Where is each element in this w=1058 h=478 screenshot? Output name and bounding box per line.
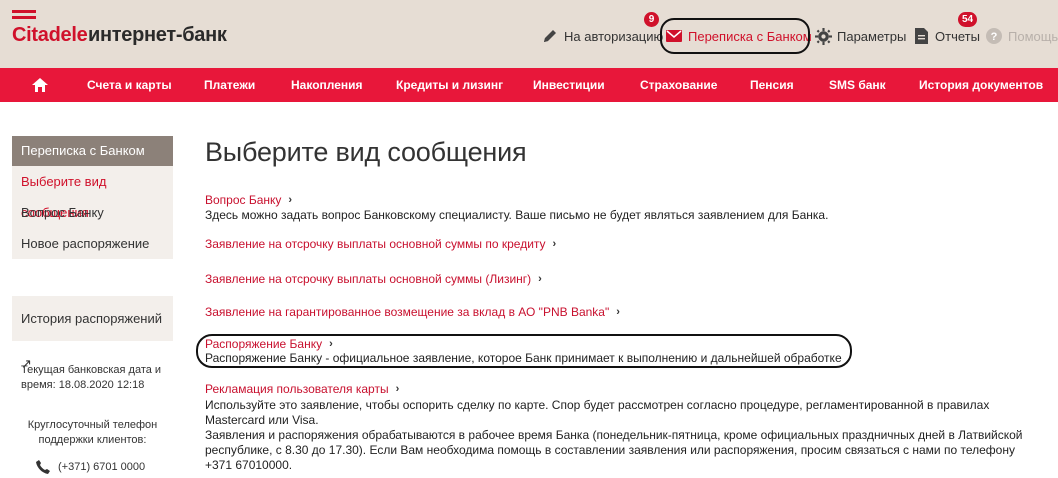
citadele-logo[interactable]: Citadele интернет-банк (12, 10, 227, 46)
option-question-desc: Здесь можно задать вопрос Банковскому сп… (205, 208, 829, 222)
sidebar-title: Переписка с Банком (12, 136, 173, 166)
pencil-icon (541, 27, 559, 45)
nav-credits-leasing[interactable]: Кредиты и лизинг (396, 68, 503, 102)
option-deposit-compensation-link[interactable]: Заявление на гарантированное возмещение … (205, 305, 620, 319)
chevron-right-icon: › (395, 383, 400, 395)
highlight-ellipse (196, 334, 852, 368)
chevron-right-icon: › (552, 238, 557, 250)
help-label: Помощь (1008, 28, 1058, 44)
parameters-link[interactable]: Параметры (814, 26, 906, 46)
main-nav: Счета и карты Платежи Накопления Кредиты… (0, 68, 1058, 102)
phone-icon (36, 460, 50, 474)
sidebar-menu: Переписка с Банком Выберите вид сообщени… (12, 136, 173, 259)
sidebar-item-question[interactable]: Вопрос Банку (12, 197, 173, 228)
bank-date: Текущая банковская дата и время: 18.08.2… (21, 364, 162, 391)
option-credit-deferral-link[interactable]: Заявление на отсрочку выплаты основной с… (205, 237, 556, 251)
page-title: Выберите вид сообщения (205, 137, 527, 167)
chevron-right-icon: › (288, 194, 293, 206)
nav-savings[interactable]: Накопления (291, 68, 363, 102)
option-card-claim-label: Рекламация пользователя карты (205, 382, 389, 396)
logo-flag-bottom (12, 16, 36, 19)
help-link[interactable]: ? Помощь (985, 26, 1058, 46)
support-phone-number: (+371) 6701 0000 (58, 461, 146, 473)
reports-label: Отчеты (935, 28, 980, 44)
messages-badge: 9 (644, 12, 659, 27)
sidebar-item-choose-type[interactable]: Выберите вид сообщения (12, 166, 173, 220)
nav-insurance[interactable]: Страхование (640, 68, 717, 102)
nav-payments[interactable]: Платежи (204, 68, 255, 102)
reports-link[interactable]: Отчеты (912, 26, 980, 46)
option-deposit-compensation-label: Заявление на гарантированное возмещение … (205, 305, 610, 319)
option-leasing-deferral-link[interactable]: Заявление на отсрочку выплаты основной с… (205, 272, 542, 286)
option-question-label: Вопрос Банку (205, 193, 282, 207)
gear-icon (814, 27, 832, 45)
processing-hours-note: Заявления и распоряжения обрабатываются … (205, 428, 1023, 472)
nav-document-history[interactable]: История документов (919, 68, 1043, 102)
nav-pension[interactable]: Пенсия (750, 68, 794, 102)
logo-product: интернет-банк (88, 24, 227, 46)
sidebar-history-link[interactable]: История распоряжений ↗ (12, 296, 173, 371)
svg-text:?: ? (991, 31, 998, 43)
help-icon: ? (985, 27, 1003, 45)
chevron-right-icon: › (538, 273, 542, 285)
highlight-ellipse (660, 18, 810, 54)
parameters-label: Параметры (837, 28, 907, 44)
support-phone[interactable]: (+371) 6701 0000 (36, 460, 145, 474)
option-card-claim-desc: Используйте это заявление, чтобы оспорит… (205, 398, 990, 427)
nav-sms-bank[interactable]: SMS банк (829, 68, 886, 102)
nav-accounts-cards[interactable]: Счета и карты (87, 68, 172, 102)
header: Citadele интернет-банк На авторизацию 9 … (0, 0, 1058, 68)
option-question-link[interactable]: Вопрос Банку › (205, 193, 292, 207)
support-phone-label: Круглосуточный телефон поддержки клиенто… (27, 419, 158, 446)
home-icon[interactable] (30, 68, 50, 102)
reports-badge: 54 (958, 12, 978, 27)
to-authorization-label: На авторизацию (564, 28, 664, 44)
option-leasing-deferral-label: Заявление на отсрочку выплаты основной с… (205, 272, 532, 286)
logo-flag-top (12, 10, 36, 13)
to-authorization-link[interactable]: На авторизацию (541, 26, 663, 46)
option-card-claim-link[interactable]: Рекламация пользователя карты › (205, 382, 399, 396)
logo-brand: Citadele (12, 24, 88, 46)
sidebar-item-new-order[interactable]: Новое распоряжение (12, 228, 173, 259)
option-credit-deferral-label: Заявление на отсрочку выплаты основной с… (205, 237, 546, 251)
chevron-right-icon: › (616, 306, 620, 318)
nav-investments[interactable]: Инвестиции (533, 68, 605, 102)
document-icon (912, 27, 930, 45)
